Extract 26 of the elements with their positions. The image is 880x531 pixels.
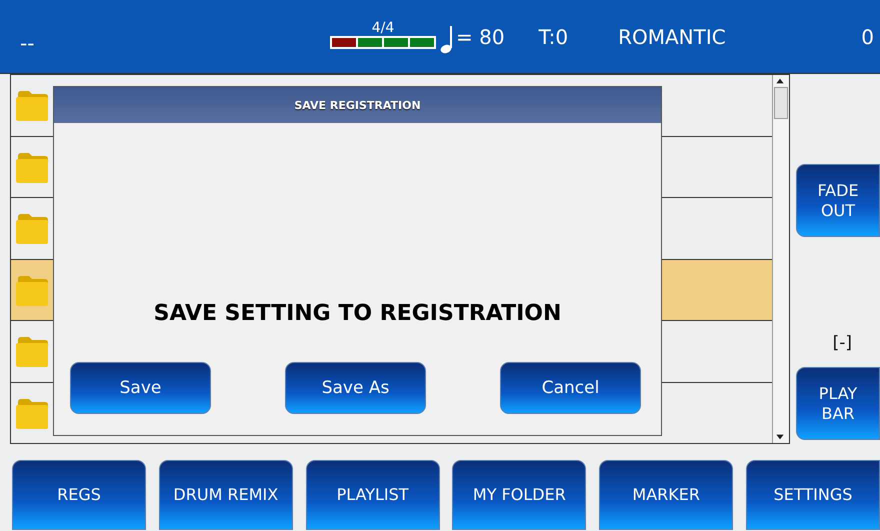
- scroll-thumb[interactable]: [774, 87, 788, 119]
- quarter-note-icon: [440, 24, 454, 54]
- menu-button[interactable]: DRUM REMIX: [158, 460, 293, 530]
- dialog-button[interactable]: Save As: [285, 362, 426, 414]
- counter-value: 0: [861, 24, 874, 48]
- folder-icon: [15, 88, 51, 122]
- transpose-value: T:0: [538, 24, 568, 48]
- menu-button[interactable]: MARKER: [599, 460, 734, 530]
- style-name: ROMANTIC: [618, 24, 727, 48]
- tempo-value: = 80: [456, 24, 505, 48]
- scrollbar[interactable]: [772, 75, 789, 443]
- dialog-button[interactable]: Cancel: [500, 362, 641, 414]
- fade-out-button[interactable]: FADE OUT: [796, 164, 880, 237]
- menu-button[interactable]: SETTINGS: [746, 460, 880, 530]
- dialog-message: SAVE SETTING TO REGISTRATION: [152, 301, 562, 326]
- menu-button[interactable]: MY FOLDER: [452, 460, 586, 530]
- folder-icon: [15, 334, 51, 368]
- registration-name: --: [20, 30, 36, 54]
- menu-button[interactable]: PLAYLIST: [306, 460, 440, 530]
- folder-icon: [15, 211, 51, 246]
- marker-indicator: [-]: [832, 333, 852, 353]
- dialog-title: SAVE REGISTRATION: [54, 87, 661, 123]
- play-bar-button[interactable]: PLAY BAR: [796, 367, 880, 440]
- time-signature: 4/4: [372, 20, 394, 36]
- dialog-button[interactable]: Save: [70, 362, 211, 414]
- menu-button[interactable]: REGS: [12, 460, 146, 530]
